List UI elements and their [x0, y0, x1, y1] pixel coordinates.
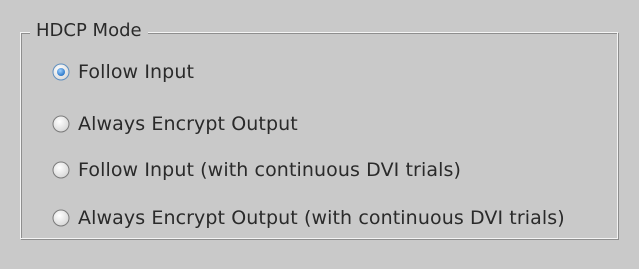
radio-label: Follow Input (with continuous DVI trials…	[78, 159, 461, 181]
radio-option-always-encrypt-output[interactable]: Always Encrypt Output	[52, 111, 298, 137]
radio-option-always-encrypt-output-continuous-dvi[interactable]: Always Encrypt Output (with continuous D…	[52, 205, 565, 231]
groupbox-title: HDCP Mode	[30, 19, 148, 43]
hdcp-mode-panel: HDCP Mode Follow Input Always Encrypt Ou…	[0, 0, 639, 269]
radio-label: Follow Input	[78, 61, 195, 83]
radio-label: Always Encrypt Output	[78, 113, 298, 135]
radio-unselected-icon[interactable]	[52, 209, 70, 227]
radio-selected-icon[interactable]	[52, 63, 70, 81]
radio-option-follow-input-continuous-dvi[interactable]: Follow Input (with continuous DVI trials…	[52, 157, 461, 183]
radio-unselected-icon[interactable]	[52, 161, 70, 179]
radio-label: Always Encrypt Output (with continuous D…	[78, 207, 565, 229]
radio-option-follow-input[interactable]: Follow Input	[52, 59, 194, 85]
radio-unselected-icon[interactable]	[52, 115, 70, 133]
